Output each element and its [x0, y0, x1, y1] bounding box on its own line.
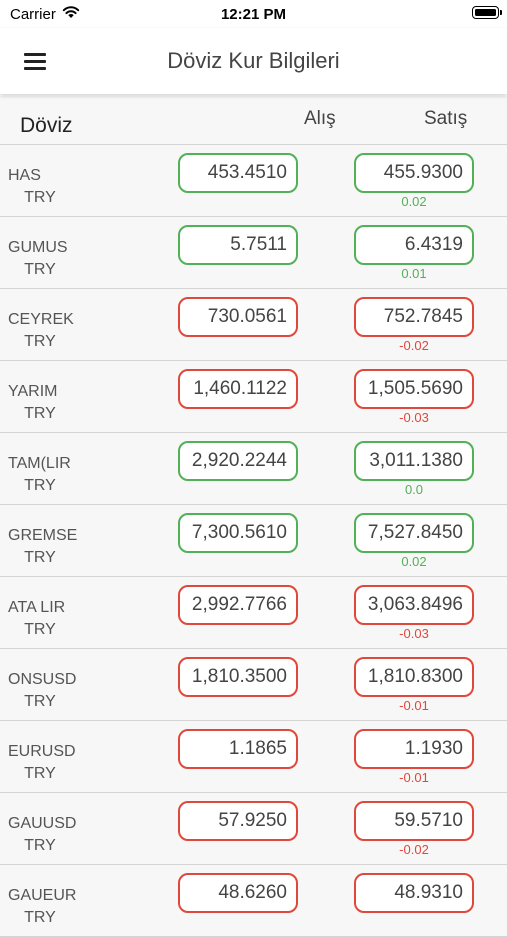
status-time: 12:21 PM	[220, 6, 287, 23]
sell-price: 1.1930	[354, 729, 474, 769]
change-value: -0.02	[399, 338, 429, 353]
currency-quote: TRY	[24, 189, 56, 206]
currency-row[interactable]: GAUEUR TRY 48.6260 48.9310	[0, 865, 507, 937]
currency-quote: TRY	[24, 693, 56, 710]
currency-name: GAUEUR	[8, 887, 77, 904]
sell-price: 59.5710	[354, 801, 474, 841]
battery-icon	[472, 6, 502, 19]
buy-price: 5.7511	[178, 225, 298, 265]
sell-price: 48.9310	[354, 873, 474, 913]
currency-quote: TRY	[24, 333, 56, 350]
change-value: 0.02	[401, 194, 427, 209]
currency-name: GUMUS	[8, 239, 68, 256]
table-header: Döviz Alış Satış	[0, 96, 507, 145]
buy-price: 1.1865	[178, 729, 298, 769]
change-value: 0.0	[404, 482, 424, 497]
buy-price: 2,920.2244	[178, 441, 298, 481]
currency-quote: TRY	[24, 909, 56, 926]
sell-price: 752.7845	[354, 297, 474, 337]
change-value: -0.03	[399, 626, 429, 641]
sell-price: 455.9300	[354, 153, 474, 193]
change-value: -0.01	[399, 770, 429, 785]
currency-name: ATA LIR	[8, 599, 66, 616]
buy-price: 57.9250	[178, 801, 298, 841]
sell-price: 1,505.5690	[354, 369, 474, 409]
currency-quote: TRY	[24, 765, 56, 782]
header-sell: Satış	[424, 108, 468, 129]
currency-row[interactable]: CEYREK TRY 730.0561 752.7845 -0.02	[0, 289, 507, 361]
header-currency: Döviz	[20, 114, 73, 137]
currency-quote: TRY	[24, 621, 56, 638]
currency-row[interactable]: HAS TRY 453.4510 455.9300 0.02	[0, 145, 507, 217]
sell-price: 3,011.1380	[354, 441, 474, 481]
page-title: Döviz Kur Bilgileri	[167, 48, 340, 73]
currency-name: TAM(LIR	[8, 455, 71, 472]
sell-price: 1,810.8300	[354, 657, 474, 697]
currency-row[interactable]: EURUSD TRY 1.1865 1.1930 -0.01	[0, 721, 507, 793]
change-value: 0.01	[401, 266, 427, 281]
buy-price: 48.6260	[178, 873, 298, 913]
buy-price: 453.4510	[178, 153, 298, 193]
buy-price: 1,460.1122	[178, 369, 298, 409]
currency-quote: TRY	[24, 261, 56, 278]
currency-quote: TRY	[24, 837, 56, 854]
currency-name: YARIM	[8, 383, 58, 400]
currency-name: GAUUSD	[8, 815, 77, 832]
currency-list: HAS TRY 453.4510 455.9300 0.02 GUMUS TRY 5.7511…	[0, 145, 507, 937]
buy-price: 730.0561	[178, 297, 298, 337]
currency-row[interactable]: GREMSE TRY 7,300.5610 7,527.8450 0.02	[0, 505, 507, 577]
currency-row[interactable]: YARIM TRY 1,460.1122 1,505.5690 -0.03	[0, 361, 507, 433]
nav-bar: Döviz Kur Bilgileri	[0, 28, 507, 94]
currency-name: ONSUSD	[8, 671, 77, 688]
currency-name: EURUSD	[8, 743, 76, 760]
header-buy: Alış	[304, 108, 336, 129]
sell-price: 6.4319	[354, 225, 474, 265]
buy-price: 1,810.3500	[178, 657, 298, 697]
currency-quote: TRY	[24, 477, 56, 494]
currency-row[interactable]: ONSUSD TRY 1,810.3500 1,810.8300 -0.01	[0, 649, 507, 721]
currency-quote: TRY	[24, 549, 56, 566]
currency-quote: TRY	[24, 405, 56, 422]
change-value: -0.01	[399, 698, 429, 713]
buy-price: 2,992.7766	[178, 585, 298, 625]
change-value: 0.02	[401, 554, 427, 569]
currency-row[interactable]: GAUUSD TRY 57.9250 59.5710 -0.02	[0, 793, 507, 865]
currency-name: CEYREK	[8, 311, 74, 328]
currency-row[interactable]: GUMUS TRY 5.7511 6.4319 0.01	[0, 217, 507, 289]
status-bar: Carrier 12:21 PM	[0, 0, 507, 28]
buy-price: 7,300.5610	[178, 513, 298, 553]
change-value: -0.02	[399, 842, 429, 857]
currency-row[interactable]: TAM(LIR TRY 2,920.2244 3,011.1380 0.0	[0, 433, 507, 505]
currency-name: GREMSE	[8, 527, 78, 544]
change-value: -0.03	[399, 410, 429, 425]
sell-price: 3,063.8496	[354, 585, 474, 625]
currency-name: HAS	[8, 167, 41, 184]
currency-row[interactable]: ATA LIR TRY 2,992.7766 3,063.8496 -0.03	[0, 577, 507, 649]
sell-price: 7,527.8450	[354, 513, 474, 553]
